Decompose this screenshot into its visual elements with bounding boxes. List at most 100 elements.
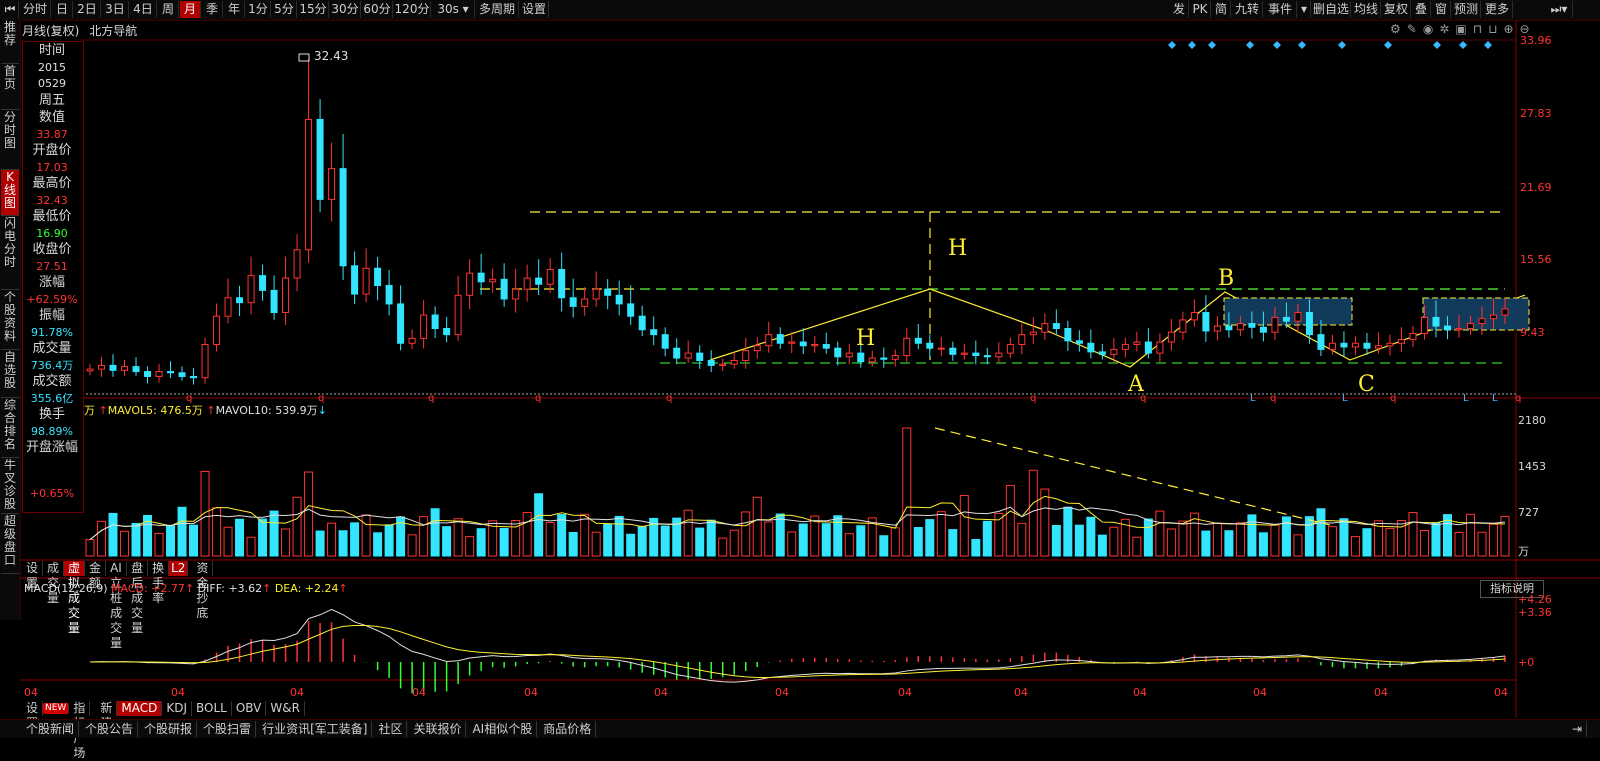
macd-axis-label: +4.26 [1518, 593, 1552, 606]
candle [1305, 312, 1313, 336]
indicator-tab[interactable]: AI立桩成交量 [106, 561, 128, 650]
price-axis-label: 27.83 [1520, 107, 1552, 120]
volume-bar [235, 518, 245, 557]
indicator-tab[interactable]: 成交量 [43, 561, 65, 605]
candle [109, 364, 117, 371]
indicator-tab[interactable]: 设置 [22, 561, 44, 590]
bottom-indicator-tab[interactable]: NEW [43, 703, 70, 714]
bottom-indicator-tab[interactable]: 新建 [96, 701, 118, 730]
volume-bar [154, 532, 164, 557]
candle [1075, 340, 1083, 344]
candle [673, 347, 681, 359]
lock-icon[interactable]: ⊓ [1473, 22, 1488, 36]
news-tab[interactable]: 个股扫雷 [199, 721, 257, 737]
candle [1236, 323, 1244, 331]
volume-bar [1316, 508, 1326, 557]
candle [1064, 328, 1072, 342]
settings-icon[interactable]: ⚙ [1390, 22, 1407, 36]
candle [811, 343, 819, 347]
volume-bar [1465, 513, 1475, 557]
candle [1179, 319, 1187, 333]
candle [581, 298, 589, 307]
candle [592, 288, 600, 300]
candle [270, 289, 278, 314]
pen-icon[interactable]: ✎ [1407, 22, 1423, 36]
bottom-indicator-tab[interactable]: OBV [232, 701, 267, 716]
volume-bar [177, 506, 187, 557]
mavol10-value: MAVOL10: 539.9万 [215, 404, 318, 417]
high-label: 最高价 [32, 176, 72, 191]
candle [1248, 323, 1256, 328]
svg-text:q: q [535, 393, 541, 404]
candle [155, 371, 163, 377]
news-tab[interactable]: 关联报价 [409, 721, 467, 737]
candle [1328, 342, 1336, 350]
candle [753, 345, 761, 352]
volume-bar [1270, 524, 1280, 557]
news-tab[interactable]: 个股公告 [81, 721, 139, 737]
amp-value: 91.78% [31, 326, 73, 339]
zoom-in-icon[interactable]: ⊕ [1503, 22, 1519, 36]
eye-icon[interactable]: ◉ [1423, 22, 1439, 36]
up-arrow-icon: ↑ [262, 582, 272, 595]
volume-bar [465, 536, 475, 557]
candle [374, 267, 382, 286]
volume-bar [281, 528, 291, 557]
candle [477, 272, 485, 283]
pattern-b-label: B [1218, 266, 1235, 291]
bottom-indicator-tab[interactable]: W&R [266, 701, 305, 716]
candle [707, 359, 715, 366]
news-tab[interactable]: 个股新闻 [22, 721, 80, 737]
svg-text:L: L [1492, 393, 1498, 404]
bottom-indicator-tab[interactable]: MACD [117, 701, 163, 716]
date-monthday: 0529 [38, 77, 66, 90]
volume-bar [787, 531, 797, 557]
svg-text:q: q [1390, 393, 1396, 404]
bottom-indicator-tab[interactable]: 设置 [22, 701, 44, 730]
indicator-tab[interactable]: L2 [169, 561, 189, 576]
gear-icon[interactable]: ✲ [1439, 22, 1455, 36]
candle [1351, 342, 1359, 348]
indicator-tab[interactable]: 换手率 [148, 561, 170, 605]
volume-bar [292, 496, 302, 557]
news-tab[interactable]: 行业资讯[军工装备] [258, 721, 373, 737]
volume-bar [1097, 534, 1107, 557]
candle [627, 303, 635, 317]
news-tab[interactable]: 商品价格 [539, 721, 597, 737]
bottom-indicator-tab[interactable]: KDJ [162, 701, 193, 716]
candle [1018, 334, 1026, 345]
volume-bar [821, 523, 831, 557]
volume-bar [1235, 522, 1245, 557]
indicator-tab[interactable]: 虚拟成交量 [64, 561, 86, 635]
news-tab[interactable]: AI相似个股 [468, 721, 538, 737]
volume-bar [223, 526, 233, 557]
bottom-indicator-tab[interactable]: 指标广场 [69, 701, 91, 760]
candle [742, 350, 750, 361]
news-tab[interactable]: 社区 [374, 721, 408, 737]
up-arrow-icon: ↑ [98, 404, 108, 417]
volume-bar [453, 518, 463, 557]
volume-bar [614, 515, 624, 557]
candle [788, 341, 796, 344]
indicator-tab[interactable]: 金额 [85, 561, 107, 590]
diff-line [89, 608, 1506, 683]
candle [1041, 323, 1049, 333]
candle [1121, 343, 1129, 350]
lock-open-icon[interactable]: ⊔ [1488, 22, 1503, 36]
volume-bar [603, 523, 613, 557]
camera-icon[interactable]: ▣ [1455, 22, 1472, 36]
candle [1340, 342, 1348, 348]
svg-text:L: L [1342, 393, 1348, 404]
indicator-tab[interactable]: 盘后成交量 [127, 561, 149, 635]
candle [995, 352, 1003, 358]
chart-tools: ⚙✎◉✲▣⊓⊔⊕⊖ [1390, 22, 1536, 36]
indicator-tab[interactable]: 资金抄底 [192, 561, 214, 620]
bottom-indicator-tab[interactable]: BOLL [192, 701, 232, 716]
collapse-icon[interactable]: ⇥ [1568, 721, 1588, 737]
candle [799, 341, 807, 347]
volume-bar [1431, 522, 1441, 557]
volume-bar [626, 533, 636, 557]
macd-name: MACD(12,26,9) [24, 582, 108, 595]
candle [650, 329, 658, 336]
news-tab[interactable]: 个股研报 [140, 721, 198, 737]
